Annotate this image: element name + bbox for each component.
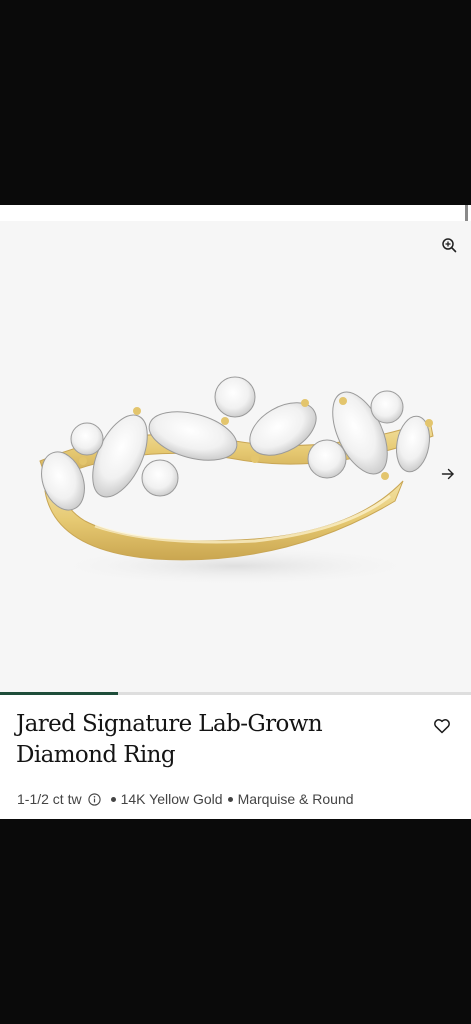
zoom-in-icon[interactable] xyxy=(441,237,457,253)
product-title-line2: Diamond Ring xyxy=(16,742,176,768)
carat-weight: 1-1/2 ct tw xyxy=(17,791,82,807)
gallery-progress-fill xyxy=(0,692,118,695)
product-panel: Jared Signature Lab-Grown Diamond Ring 1… xyxy=(0,205,471,819)
product-title: Jared Signature Lab-Grown Diamond Ring xyxy=(16,709,406,771)
metal-type: 14K Yellow Gold xyxy=(120,791,223,807)
heart-icon[interactable] xyxy=(433,717,451,735)
top-letterbox xyxy=(0,0,471,205)
separator-dot xyxy=(227,796,233,802)
product-title-line1: Jared Signature Lab-Grown xyxy=(16,711,323,737)
product-specs: 1-1/2 ct tw 14K Yellow Gold Marquise & R… xyxy=(17,791,354,807)
header-strip xyxy=(0,205,471,221)
separator-dot xyxy=(110,796,116,802)
bottom-letterbox xyxy=(0,819,471,1024)
product-image-gallery[interactable] xyxy=(0,221,471,693)
gallery-progress-bar xyxy=(0,692,471,695)
scrollbar[interactable] xyxy=(465,205,468,221)
info-icon[interactable] xyxy=(87,792,101,806)
diamond-shape: Marquise & Round xyxy=(237,791,354,807)
ring-photo xyxy=(39,376,434,586)
arrow-right-icon[interactable] xyxy=(441,467,455,481)
